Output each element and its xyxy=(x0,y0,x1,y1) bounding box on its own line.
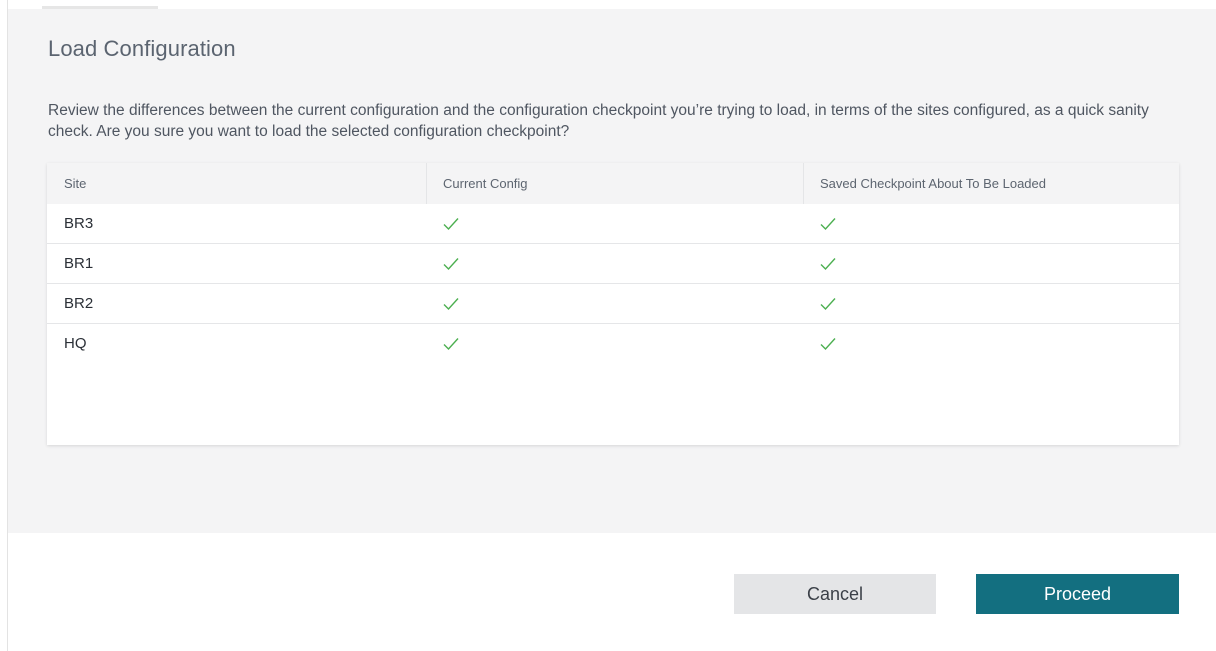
check-icon xyxy=(443,298,459,311)
load-configuration-page: Load Configuration Review the difference… xyxy=(0,0,1216,651)
saved-checkpoint-cell xyxy=(803,204,1179,244)
current-config-cell xyxy=(426,284,803,324)
site-name-cell: HQ xyxy=(64,335,87,352)
check-icon xyxy=(820,338,836,351)
check-icon xyxy=(443,218,459,231)
table-row: HQ xyxy=(47,324,1179,364)
site-name-cell: BR2 xyxy=(64,295,94,312)
saved-checkpoint-cell xyxy=(803,244,1179,284)
site-name-cell: BR3 xyxy=(64,215,94,232)
table-row: BR1 xyxy=(47,244,1179,284)
saved-checkpoint-cell xyxy=(803,324,1179,364)
cancel-button[interactable]: Cancel xyxy=(734,574,936,614)
site-comparison-table: Site Current Config Saved Checkpoint Abo… xyxy=(47,163,1179,445)
column-header-current-config[interactable]: Current Config xyxy=(426,163,803,204)
current-config-cell xyxy=(426,324,803,364)
current-config-cell xyxy=(426,204,803,244)
proceed-button[interactable]: Proceed xyxy=(976,574,1179,614)
table-header: Site Current Config Saved Checkpoint Abo… xyxy=(47,163,1179,204)
table-row: BR3 xyxy=(47,204,1179,244)
column-header-site[interactable]: Site xyxy=(47,163,426,204)
check-icon xyxy=(820,298,836,311)
check-icon xyxy=(820,218,836,231)
dialog-description: Review the differences between the curre… xyxy=(48,102,1149,140)
check-icon xyxy=(443,258,459,271)
site-name-cell: BR1 xyxy=(64,255,94,272)
column-header-saved-checkpoint[interactable]: Saved Checkpoint About To Be Loaded xyxy=(803,163,1179,204)
check-icon xyxy=(443,338,459,351)
saved-checkpoint-cell xyxy=(803,284,1179,324)
dialog-title: Load Configuration xyxy=(48,36,236,61)
table-row: BR2 xyxy=(47,284,1179,324)
dialog-body: Load Configuration Review the difference… xyxy=(8,9,1216,533)
check-icon xyxy=(820,258,836,271)
current-config-cell xyxy=(426,244,803,284)
